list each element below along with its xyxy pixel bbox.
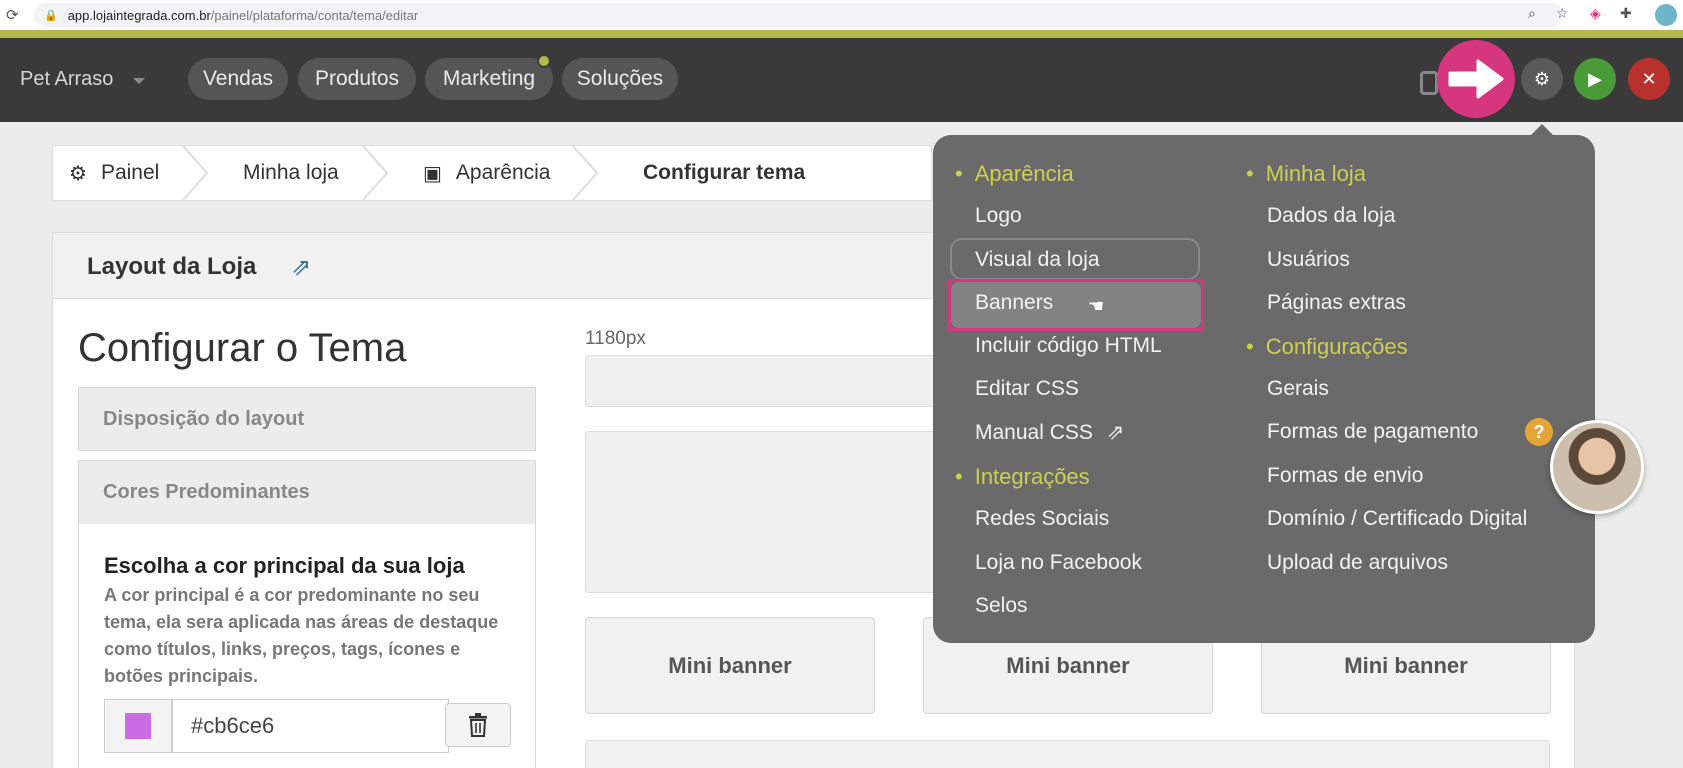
hand-cursor-icon: ☚ xyxy=(1088,296,1105,316)
breadcrumb-label: Configurar tema xyxy=(643,161,806,184)
menu-heading-configuracoes: Configurações xyxy=(1246,334,1408,360)
lock-icon: 🔒 xyxy=(44,9,58,22)
url-path: /painel/plataforma/conta/tema/editar xyxy=(210,7,419,23)
breadcrumb-label: Minha loja xyxy=(243,161,339,184)
menu-item-dados-da-loja[interactable]: Dados da loja xyxy=(1267,204,1395,228)
breadcrumb-minha-loja[interactable]: Minha loja xyxy=(243,146,339,200)
presenter-avatar xyxy=(1550,420,1644,514)
color-swatch-button[interactable] xyxy=(104,699,172,753)
breadcrumb: ⚙ Painel Minha loja ▣ Aparência Configur… xyxy=(52,145,932,201)
menu-item-gerais[interactable]: Gerais xyxy=(1267,377,1329,401)
menu-item-logo[interactable]: Logo xyxy=(975,204,1022,228)
nav-marketing[interactable]: Marketing xyxy=(425,58,553,100)
address-bar[interactable]: 🔒 app.lojaintegrada.com.br/painel/plataf… xyxy=(34,3,1564,27)
nav-solucoes[interactable]: Soluções xyxy=(562,58,678,100)
page-title: Configurar o Tema xyxy=(78,326,407,370)
profile-avatar-icon[interactable] xyxy=(1655,4,1677,26)
app-header: Pet Arraso Vendas Produtos Marketing Sol… xyxy=(0,38,1683,122)
menu-item-visual-da-loja[interactable]: Visual da loja xyxy=(975,248,1100,272)
preview-width-label: 1180px xyxy=(585,328,646,349)
nav-produtos[interactable]: Produtos xyxy=(298,58,416,100)
breadcrumb-configurar-tema: Configurar tema xyxy=(643,146,805,200)
accordion-layout[interactable]: Disposição do layout xyxy=(78,387,536,451)
preview-main-banner[interactable] xyxy=(585,431,945,593)
panel-title: Layout da Loja xyxy=(87,253,257,280)
menu-item-paginas-extras[interactable]: Páginas extras xyxy=(1267,291,1406,315)
nav-vendas[interactable]: Vendas xyxy=(188,58,288,100)
color-description: A cor principal é a cor predominante no … xyxy=(104,585,499,686)
gear-icon: ⚙ xyxy=(69,162,87,185)
extension-icon[interactable]: ◈ xyxy=(1590,5,1601,22)
menu-item-usuarios[interactable]: Usuários xyxy=(1267,248,1350,272)
menu-item-editar-css[interactable]: Editar CSS xyxy=(975,377,1079,401)
breadcrumb-label: Painel xyxy=(100,161,160,184)
menu-item-manual-css[interactable]: Manual CSS ⇗ xyxy=(975,420,1124,445)
browser-toolbar: ⟳ 🔒 app.lojaintegrada.com.br/painel/plat… xyxy=(0,0,1683,30)
menu-heading-aparencia: Aparência xyxy=(955,161,1074,187)
settings-gear-button[interactable]: ⚙ xyxy=(1521,58,1563,100)
zoom-icon[interactable]: ⌕ xyxy=(1528,5,1536,22)
mini-banner-1[interactable]: Mini banner xyxy=(585,617,875,714)
menu-item-selos[interactable]: Selos xyxy=(975,594,1028,618)
close-icon: ✕ xyxy=(1641,68,1657,89)
breadcrumb-aparencia[interactable]: ▣ Aparência xyxy=(423,146,550,200)
external-link-icon[interactable]: ⇗ xyxy=(291,253,311,282)
preview-toggle-icon[interactable] xyxy=(1420,71,1438,95)
menu-item-redes-sociais[interactable]: Redes Sociais xyxy=(975,507,1109,531)
play-icon: ▶ xyxy=(1588,68,1602,89)
store-name[interactable]: Pet Arraso xyxy=(20,68,113,91)
help-icon[interactable]: ? xyxy=(1525,418,1553,446)
external-link-icon: ⇗ xyxy=(1106,421,1125,444)
menu-heading-integracoes: Integrações xyxy=(955,464,1090,490)
accent-line xyxy=(0,30,1683,38)
play-button[interactable]: ▶ xyxy=(1574,58,1616,100)
puzzle-icon[interactable]: ✚ xyxy=(1620,5,1632,22)
breadcrumb-painel[interactable]: ⚙ Painel xyxy=(69,146,159,200)
preview-bottom-block[interactable] xyxy=(585,740,1550,768)
color-hex-input[interactable]: #cb6ce6 xyxy=(172,699,449,753)
window-icon: ▣ xyxy=(423,162,442,185)
menu-item-formas-envio[interactable]: Formas de envio xyxy=(1267,464,1423,488)
breadcrumb-separator xyxy=(182,146,209,200)
gear-icon: ⚙ xyxy=(1533,68,1551,89)
star-icon[interactable]: ☆ xyxy=(1556,5,1569,22)
notification-dot xyxy=(537,54,551,68)
trash-icon xyxy=(469,713,487,737)
highlight-arrow-icon xyxy=(1437,40,1515,118)
accordion-cores[interactable]: Cores Predominantes xyxy=(78,460,536,525)
color-picker-row: #cb6ce6 xyxy=(104,699,511,753)
menu-item-upload-arquivos[interactable]: Upload de arquivos xyxy=(1267,551,1448,575)
menu-heading-minha-loja: Minha loja xyxy=(1246,161,1366,187)
menu-item-label: Manual CSS xyxy=(975,421,1093,444)
breadcrumb-separator xyxy=(572,146,599,200)
breadcrumb-label: Aparência xyxy=(455,161,551,184)
url-host: app.lojaintegrada.com.br xyxy=(67,7,211,23)
menu-item-banners[interactable]: Banners xyxy=(975,291,1053,315)
close-button[interactable]: ✕ xyxy=(1628,58,1670,100)
accordion-label: Cores Predominantes xyxy=(103,481,310,503)
delete-color-button[interactable] xyxy=(445,703,511,747)
menu-item-dominio-certificado[interactable]: Domínio / Certificado Digital xyxy=(1267,507,1527,531)
preview-header-block[interactable] xyxy=(585,355,945,407)
color-swatch xyxy=(125,713,151,739)
breadcrumb-separator xyxy=(362,146,389,200)
chevron-down-icon[interactable] xyxy=(133,78,145,84)
color-heading: Escolha a cor principal da sua loja xyxy=(104,553,465,578)
accordion-label: Disposição do layout xyxy=(103,407,305,430)
menu-item-loja-facebook[interactable]: Loja no Facebook xyxy=(975,551,1142,575)
menu-item-formas-pagamento[interactable]: Formas de pagamento xyxy=(1267,420,1478,444)
menu-item-incluir-html[interactable]: Incluir código HTML xyxy=(975,334,1162,358)
reload-icon[interactable]: ⟳ xyxy=(6,6,28,24)
